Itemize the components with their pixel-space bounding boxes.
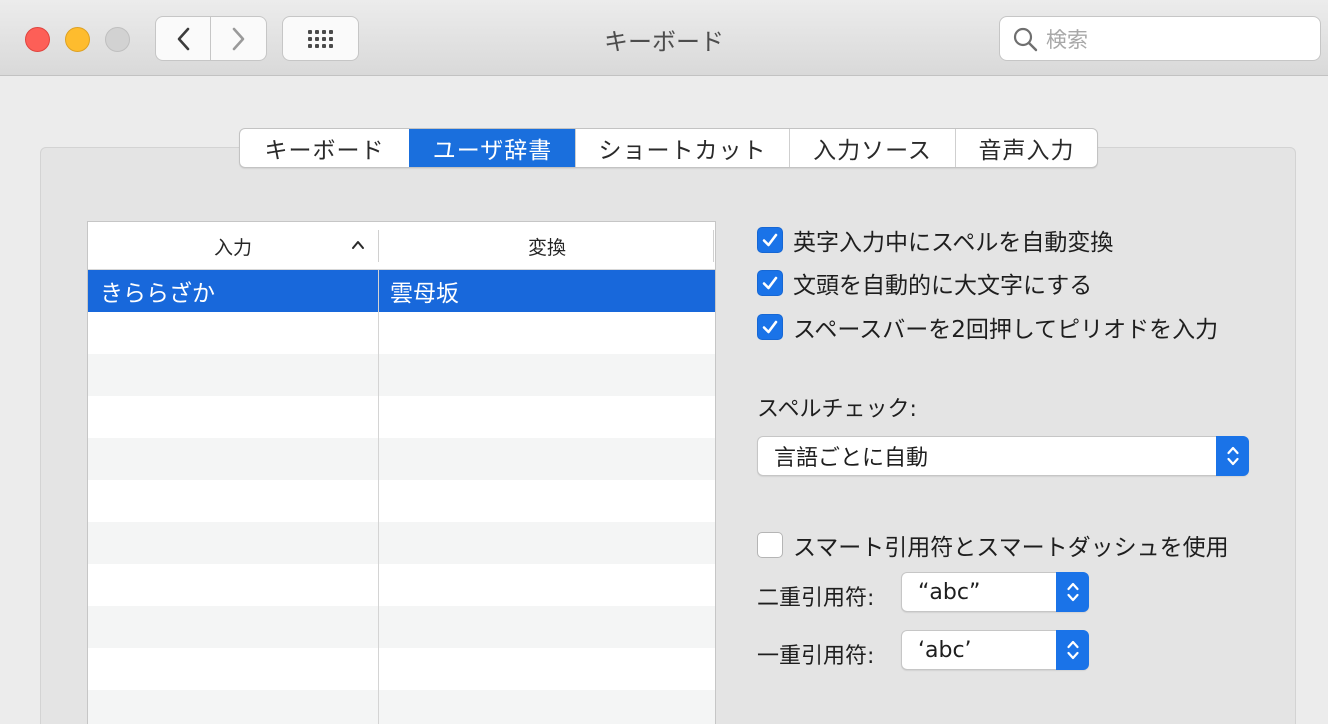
user-dictionary-table: 入力 変換 きららざか 雲母坂	[87, 221, 716, 724]
auto-capitalize-checkbox[interactable]	[757, 270, 783, 296]
column-header-input[interactable]: 入力	[88, 222, 378, 270]
single-quote-value: ‘abc’	[918, 637, 972, 663]
table-row-empty[interactable]	[88, 648, 715, 690]
tab-user-dictionary[interactable]: ユーザ辞書	[409, 129, 575, 167]
double-space-period-option[interactable]: スペースバーを2回押してピリオドを入力	[757, 310, 1218, 344]
search-field[interactable]: 検索	[999, 16, 1321, 61]
table-row[interactable]: きららざか 雲母坂	[88, 270, 715, 312]
checkmark-icon	[762, 233, 778, 247]
auto-correct-spelling-option[interactable]: 英字入力中にスペルを自動変換	[757, 223, 1113, 257]
double-quote-value: “abc”	[918, 579, 981, 605]
cell-input: きららざか	[100, 281, 215, 307]
smart-quotes-label: スマート引用符とスマートダッシュを使用	[793, 535, 1229, 561]
up-down-arrows-icon	[1056, 572, 1089, 612]
spellcheck-popup[interactable]: 言語ごとに自動	[757, 436, 1249, 476]
table-header: 入力 変換	[88, 222, 715, 270]
smart-quotes-checkbox[interactable]	[757, 532, 783, 558]
spellcheck-value: 言語ごとに自動	[774, 446, 929, 471]
table-row-empty[interactable]	[88, 354, 715, 396]
single-quote-label: 一重引用符:	[757, 644, 875, 669]
column-separator	[378, 270, 379, 724]
auto-correct-spelling-label: 英字入力中にスペルを自動変換	[793, 230, 1114, 256]
sort-ascending-icon	[352, 241, 364, 249]
checkmark-icon	[762, 320, 778, 334]
double-quote-label: 二重引用符:	[757, 586, 875, 611]
single-quote-popup[interactable]: ‘abc’	[901, 630, 1089, 670]
table-row-empty[interactable]	[88, 396, 715, 438]
double-space-period-label: スペースバーを2回押してピリオドを入力	[793, 317, 1219, 343]
tab-input-sources[interactable]: 入力ソース	[789, 129, 955, 167]
up-down-arrows-icon	[1056, 630, 1089, 670]
column-header-conversion[interactable]: 変換	[379, 222, 715, 270]
table-row-empty[interactable]	[88, 606, 715, 648]
up-down-arrows-icon	[1216, 436, 1249, 476]
auto-capitalize-option[interactable]: 文頭を自動的に大文字にする	[757, 266, 1092, 300]
table-row-empty[interactable]	[88, 312, 715, 354]
tab-dictation[interactable]: 音声入力	[955, 129, 1097, 167]
auto-correct-spelling-checkbox[interactable]	[757, 227, 783, 253]
tab-shortcuts[interactable]: ショートカット	[575, 129, 789, 167]
tab-keyboard[interactable]: キーボード	[240, 129, 409, 167]
table-row-empty[interactable]	[88, 480, 715, 522]
cell-conversion: 雲母坂	[390, 281, 459, 307]
table-row-empty[interactable]	[88, 690, 715, 724]
tab-bar: キーボード ユーザ辞書 ショートカット 入力ソース 音声入力	[239, 128, 1098, 168]
double-space-period-checkbox[interactable]	[757, 314, 783, 340]
table-row-empty[interactable]	[88, 522, 715, 564]
table-row-empty[interactable]	[88, 564, 715, 606]
checkmark-icon	[762, 276, 778, 290]
column-divider[interactable]	[713, 230, 714, 262]
search-placeholder: 検索	[1046, 27, 1088, 52]
search-icon	[1013, 27, 1038, 51]
title-bar: キーボード 検索	[0, 0, 1328, 76]
table-row-empty[interactable]	[88, 438, 715, 480]
auto-capitalize-label: 文頭を自動的に大文字にする	[793, 273, 1093, 299]
double-quote-popup[interactable]: “abc”	[901, 572, 1089, 612]
smart-quotes-option[interactable]: スマート引用符とスマートダッシュを使用	[757, 528, 1229, 562]
spellcheck-label: スペルチェック:	[757, 397, 917, 422]
